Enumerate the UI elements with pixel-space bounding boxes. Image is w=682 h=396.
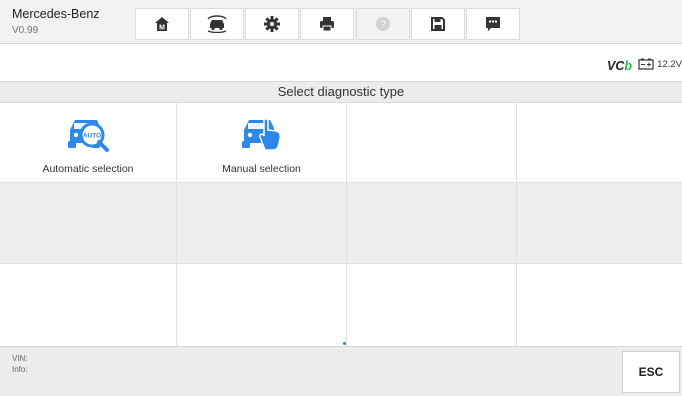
vehicle-brand: Mercedes-Benz xyxy=(12,7,100,21)
svg-text:M: M xyxy=(159,25,165,32)
empty-cell xyxy=(0,264,177,346)
info-label: Info: xyxy=(12,365,28,374)
manual-touch-car-icon xyxy=(241,118,281,151)
home-button[interactable]: M xyxy=(135,8,189,40)
help-button[interactable]: ? xyxy=(356,8,410,40)
empty-cell xyxy=(347,264,517,346)
vci-prefix: VC xyxy=(606,59,625,73)
battery-voltage: 12.2V xyxy=(657,58,682,70)
auto-search-car-icon: AUTO xyxy=(68,120,109,152)
automatic-selection-label: Automatic selection xyxy=(42,163,134,175)
settings-button[interactable] xyxy=(245,8,299,40)
empty-cell xyxy=(347,103,517,183)
vehicle-info: VIN: Info: xyxy=(12,353,28,375)
empty-cell xyxy=(347,183,517,264)
empty-cell xyxy=(517,264,682,346)
empty-cell xyxy=(177,264,347,346)
page-title: Select diagnostic type xyxy=(0,81,682,103)
battery-icon xyxy=(638,58,654,70)
software-version: V0.99 xyxy=(12,25,39,36)
diagnostic-type-grid: AUTO Automatic selection Manual selectio… xyxy=(0,103,682,346)
automatic-selection-tile[interactable]: AUTO Automatic selection xyxy=(0,103,177,183)
manual-selection-label: Manual selection xyxy=(222,163,301,175)
gear-icon xyxy=(264,16,280,32)
battery-status: 12.2V xyxy=(638,58,682,70)
empty-cell xyxy=(517,103,682,183)
print-button[interactable] xyxy=(300,8,354,40)
auto-badge: AUTO xyxy=(83,133,101,140)
manual-selection-tile[interactable]: Manual selection xyxy=(177,103,347,183)
save-icon xyxy=(431,17,445,31)
message-icon xyxy=(486,17,500,31)
esc-button[interactable]: ESC xyxy=(622,351,680,393)
save-button[interactable] xyxy=(411,8,465,40)
printer-icon xyxy=(320,17,334,32)
home-icon: M xyxy=(155,17,169,32)
help-icon: ? xyxy=(376,17,390,31)
footer-bar: VIN: Info: ESC xyxy=(0,346,682,396)
svg-text:?: ? xyxy=(380,20,386,31)
car-swap-icon xyxy=(207,15,227,33)
empty-cell xyxy=(177,183,347,264)
page-indicator-dot xyxy=(343,342,346,345)
empty-cell xyxy=(0,183,177,264)
vci-status: VCb xyxy=(607,59,632,73)
status-bar: VCb 12.2V xyxy=(0,44,682,81)
empty-cell xyxy=(517,183,682,264)
vci-connection-indicator: b xyxy=(624,59,632,73)
vehicle-swap-button[interactable] xyxy=(190,8,244,40)
data-logging-button[interactable] xyxy=(466,8,520,40)
top-toolbar: Mercedes-Benz V0.99 M ? xyxy=(0,0,682,44)
brand-block: Mercedes-Benz V0.99 xyxy=(12,7,100,38)
vin-label: VIN: xyxy=(12,354,28,363)
